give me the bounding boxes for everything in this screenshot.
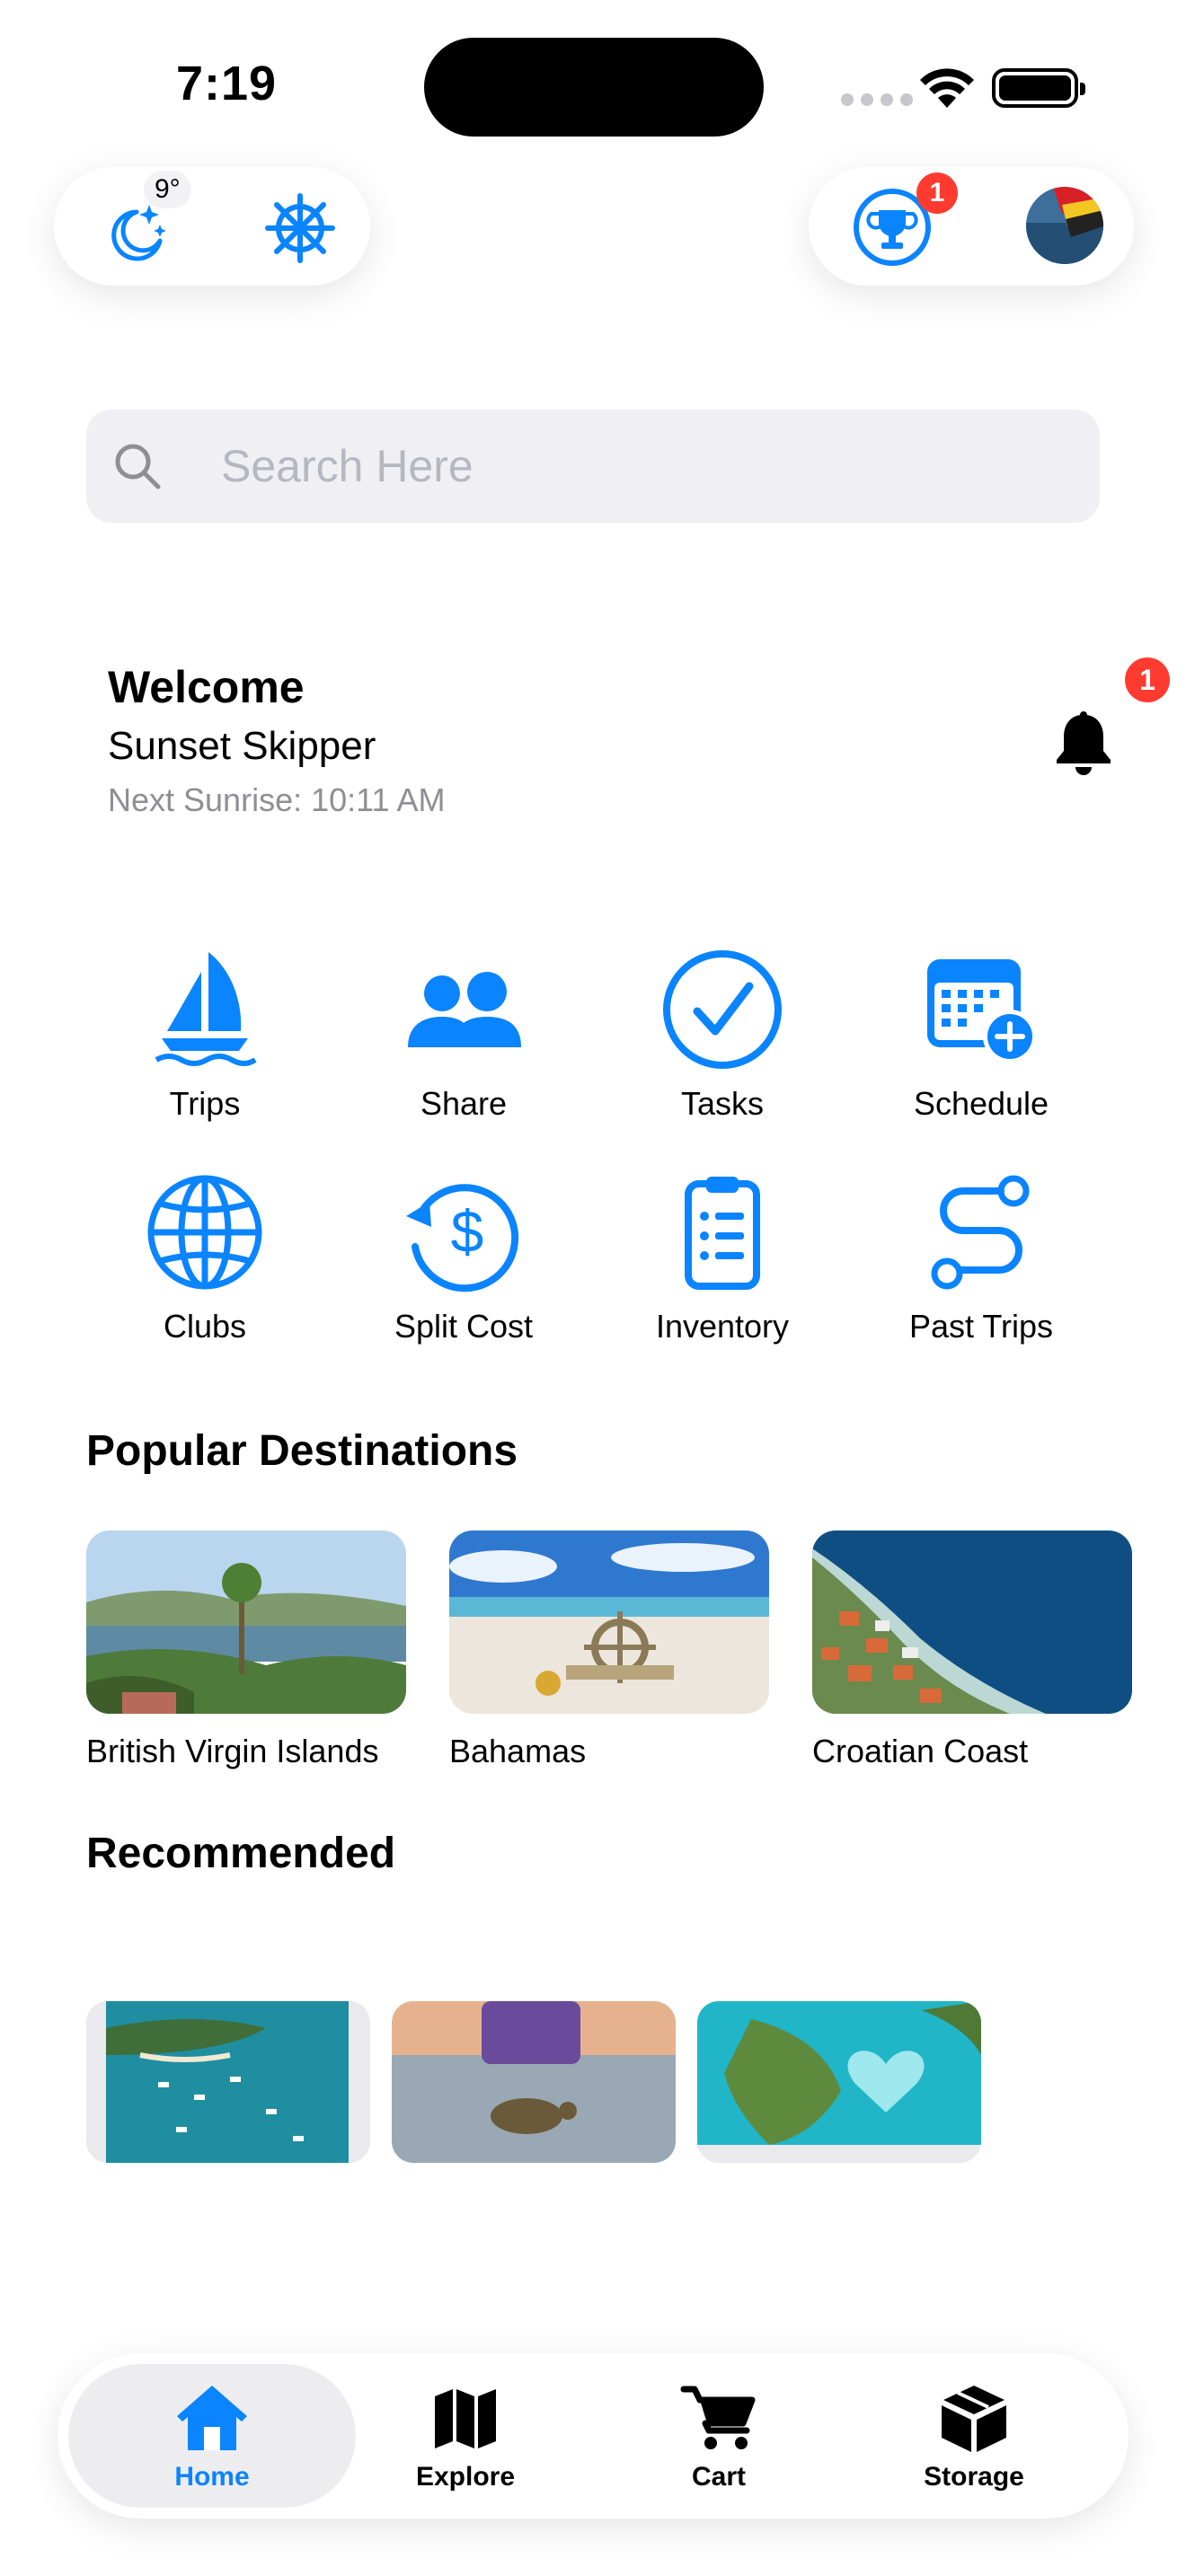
action-label: Past Trips <box>908 1308 1054 1345</box>
action-clubs[interactable]: Clubs <box>97 1171 313 1360</box>
action-inventory[interactable]: Inventory <box>615 1171 830 1360</box>
dynamic-island <box>424 38 764 137</box>
battery-icon <box>992 68 1085 108</box>
action-tasks[interactable]: Tasks <box>615 948 830 1137</box>
calendar-add-icon <box>927 959 1037 1063</box>
moon-stars-icon[interactable] <box>104 199 167 262</box>
trophy-badge: 1 <box>916 172 958 214</box>
bell-icon[interactable] <box>1051 706 1116 776</box>
action-share[interactable]: Share <box>356 948 571 1137</box>
tab-home[interactable]: Home <box>86 2382 338 2492</box>
action-split-cost[interactable]: $ Split Cost <box>356 1171 571 1360</box>
temperature-badge: 9° <box>144 171 191 208</box>
action-schedule[interactable]: Schedule <box>873 948 1089 1137</box>
globe-icon <box>147 1175 262 1290</box>
wifi-icon <box>920 68 974 108</box>
welcome-username: Sunset Skipper <box>108 724 376 768</box>
action-label: Split Cost <box>394 1308 534 1345</box>
box-icon <box>942 2386 1006 2452</box>
cellular-signal-icon <box>841 93 913 106</box>
checkmark-circle-icon <box>663 950 782 1069</box>
house-icon <box>177 2386 247 2450</box>
destination-card-croatia[interactable]: Croatian Coast <box>812 1531 1132 1770</box>
tab-label: Explore <box>415 2462 516 2492</box>
tab-storage[interactable]: Storage <box>848 2382 1100 2492</box>
ship-wheel-icon[interactable] <box>264 192 336 264</box>
sailboat-icon <box>155 952 257 1066</box>
destination-image <box>449 1531 769 1714</box>
destination-label: Croatian Coast <box>812 1733 1029 1769</box>
cart-icon <box>680 2386 756 2449</box>
destination-label: Bahamas <box>449 1733 587 1769</box>
action-past-trips[interactable]: Past Trips <box>873 1171 1089 1360</box>
svg-text:$: $ <box>451 1198 484 1265</box>
welcome-title: Welcome <box>108 662 305 712</box>
destination-label: British Virgin Islands <box>86 1733 379 1769</box>
popular-destinations-title: Popular Destinations <box>86 1427 518 1475</box>
search-input[interactable] <box>221 410 1066 523</box>
action-label: Clubs <box>163 1308 247 1345</box>
recommended-card-turtle[interactable] <box>392 2001 676 2163</box>
action-label: Tasks <box>680 1085 765 1122</box>
recommended-title: Recommended <box>86 1830 396 1877</box>
clipboard-list-icon <box>685 1177 760 1290</box>
action-label: Share <box>420 1085 508 1122</box>
next-sunrise: Next Sunrise: 10:11 AM <box>108 781 446 818</box>
destination-image <box>86 1531 406 1714</box>
avatar[interactable] <box>1026 187 1103 264</box>
route-icon <box>931 1175 1030 1290</box>
search-icon <box>115 444 161 490</box>
tab-label: Home <box>174 2462 250 2492</box>
destination-card-bahamas[interactable]: Bahamas <box>449 1531 769 1770</box>
tab-cart[interactable]: Cart <box>593 2382 845 2492</box>
destination-card-bvi[interactable]: British Virgin Islands <box>86 1531 406 1770</box>
tab-explore[interactable]: Explore <box>340 2382 591 2492</box>
action-trips[interactable]: Trips <box>97 948 313 1137</box>
map-icon <box>435 2389 496 2448</box>
dollar-refresh-icon: $ <box>406 1184 519 1292</box>
status-time: 7:19 <box>176 57 278 110</box>
bell-badge: 1 <box>1125 657 1170 702</box>
tab-label: Cart <box>691 2462 746 2492</box>
recommended-card-marina[interactable] <box>86 2001 370 2163</box>
action-label: Schedule <box>913 1085 1049 1122</box>
tab-label: Storage <box>924 2462 1024 2492</box>
recommended-card-heart-island[interactable] <box>697 2001 981 2163</box>
search-bar[interactable] <box>86 410 1100 523</box>
action-label: Inventory <box>655 1308 790 1345</box>
action-label: Trips <box>169 1085 241 1122</box>
destination-image <box>812 1531 1132 1714</box>
people-icon <box>408 972 521 1047</box>
